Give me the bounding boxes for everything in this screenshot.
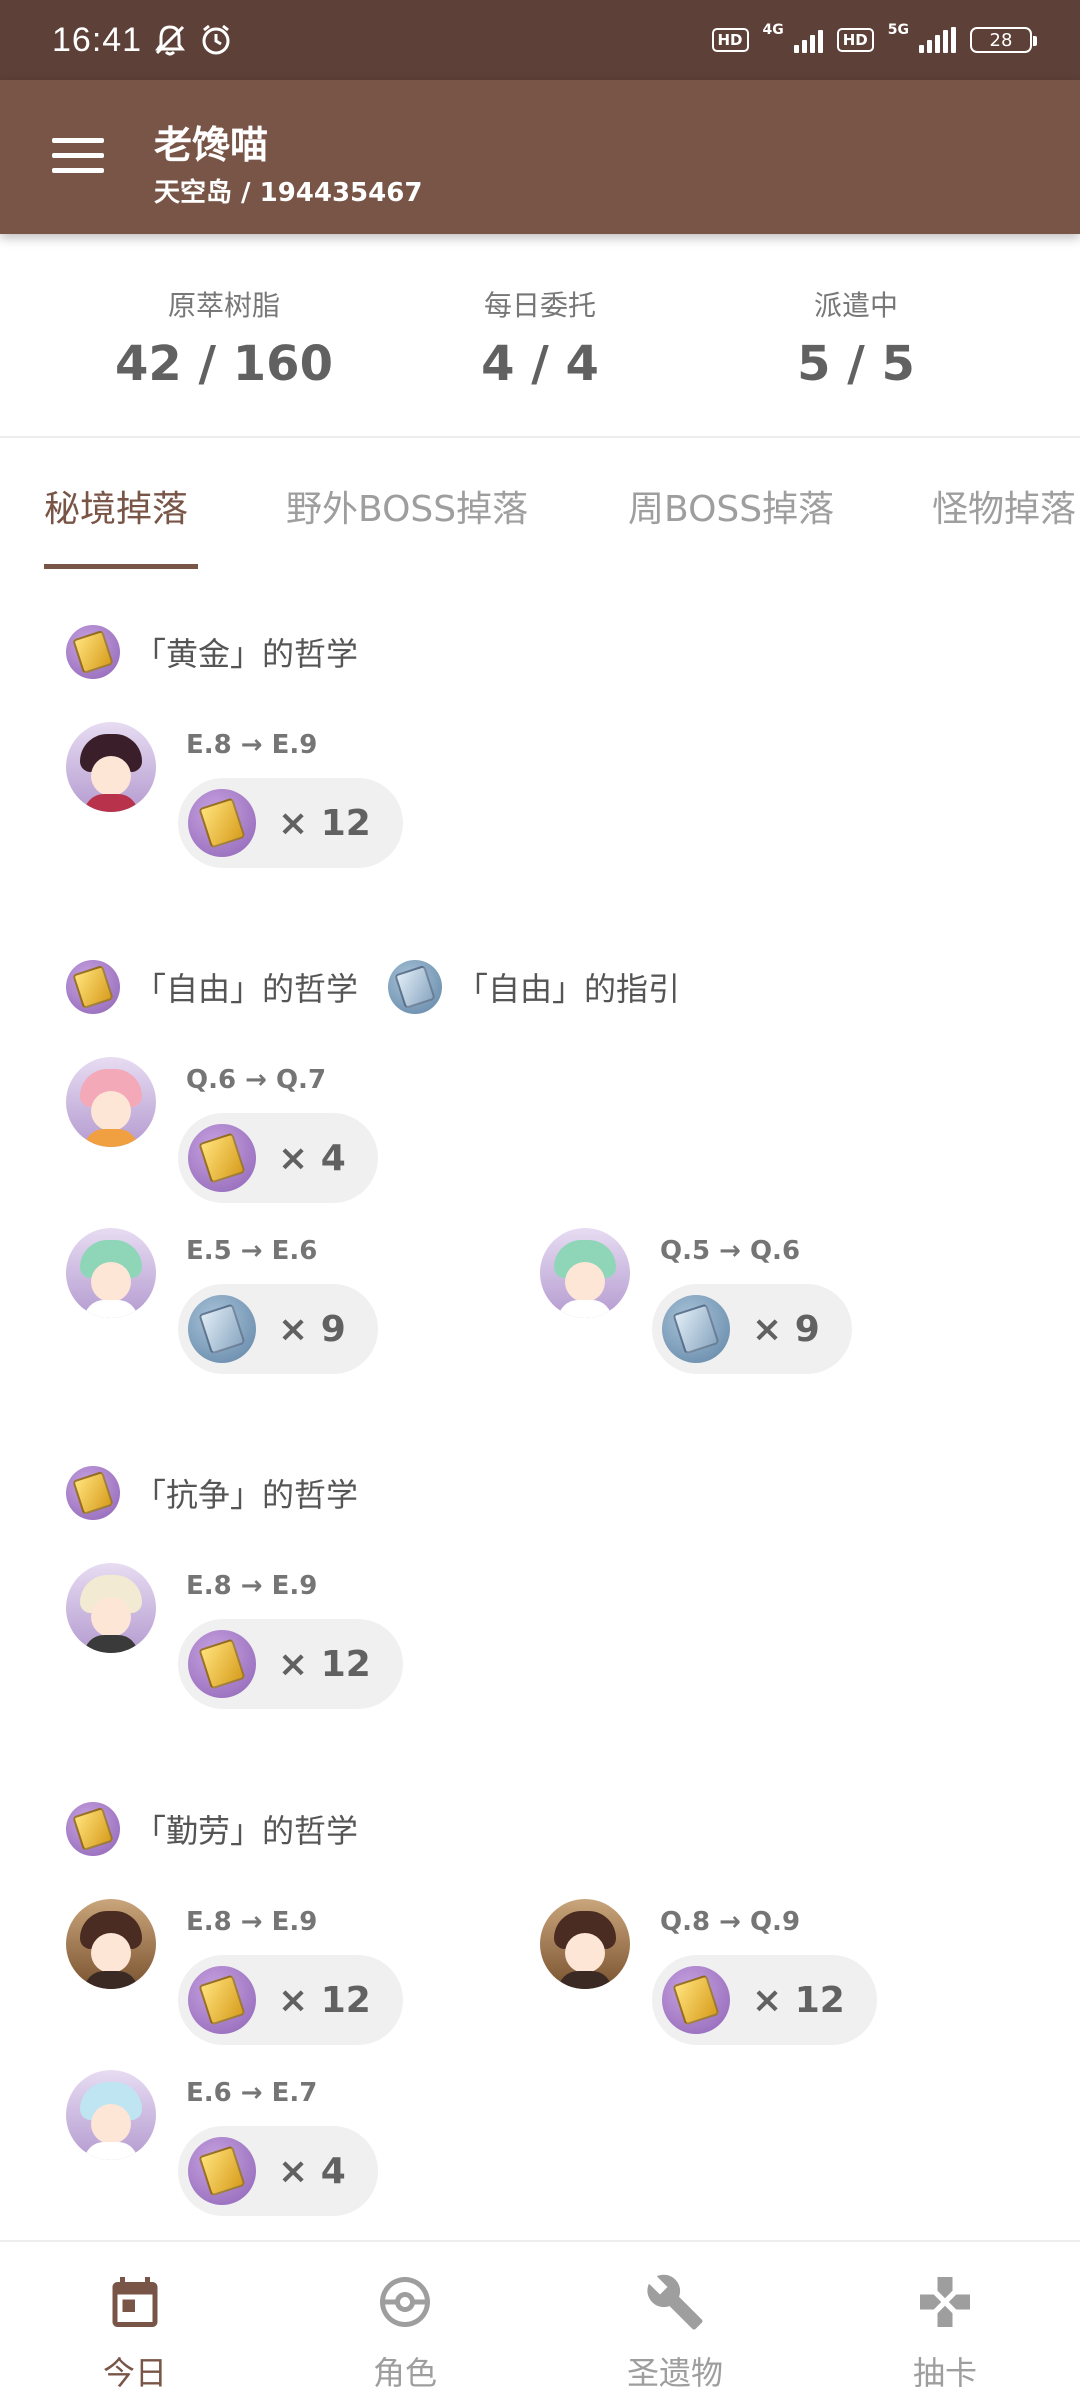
character-avatar[interactable] <box>66 722 156 812</box>
material-name: 「自由」的指引 <box>456 970 681 1008</box>
diligence-philosophy-book-icon <box>188 1966 256 2034</box>
material-header: 「黄金」的哲学 <box>66 625 388 679</box>
character-avatar[interactable] <box>540 1228 630 1318</box>
wrench-icon <box>647 2274 703 2330</box>
calendar-icon <box>112 2277 158 2327</box>
stats-panel: 原萃树脂 42 / 160 每日委托 4 / 4 派遣中 5 / 5 <box>0 234 1080 438</box>
tab-indicator <box>44 564 198 569</box>
network-type: 4G <box>762 22 784 38</box>
material-name: 「黄金」的哲学 <box>134 635 359 673</box>
app-bar: 老馋喵 天空岛 / 194435467 <box>0 80 1080 234</box>
signal-icon <box>919 27 956 53</box>
talent-level: Q.6 → Q.7 <box>186 1065 327 1095</box>
pokeball-icon <box>380 2277 430 2327</box>
talent-level: E.8 → E.9 <box>186 1571 318 1601</box>
character-avatar[interactable] <box>66 1228 156 1318</box>
stat-expeditions: 派遣中 5 / 5 <box>797 289 915 392</box>
alarm-icon <box>202 24 230 55</box>
freedom-guide-book-icon <box>662 1295 730 1363</box>
nav-artifacts[interactable]: 圣遗物 <box>540 2242 810 2402</box>
tab-domain-drops[interactable]: 秘境掉落 <box>44 480 188 532</box>
mute-icon <box>155 25 186 56</box>
material-header: 「自由」的哲学 「自由」的指引 <box>66 960 710 1014</box>
material-header: 「勤劳」的哲学 <box>66 1802 388 1856</box>
material-count-chip[interactable]: × 12 <box>178 1619 403 1709</box>
server-uid: 天空岛 / 194435467 <box>154 178 423 208</box>
material-name: 「自由」的哲学 <box>134 970 359 1008</box>
freedom-philosophy-book-icon <box>66 960 120 1014</box>
talent-level: E.5 → E.6 <box>186 1236 318 1266</box>
material-count-chip[interactable]: × 4 <box>178 1113 378 1203</box>
resistance-philosophy-book-icon <box>188 1630 256 1698</box>
material-count-chip[interactable]: × 12 <box>652 1955 877 2045</box>
talent-level: E.6 → E.7 <box>186 2078 318 2108</box>
material-count-chip[interactable]: × 9 <box>652 1284 852 1374</box>
gold-philosophy-book-icon <box>66 625 120 679</box>
freedom-philosophy-book-icon <box>188 1124 256 1192</box>
stat-commissions: 每日委托 4 / 4 <box>481 289 599 392</box>
stat-resin: 原萃树脂 42 / 160 <box>115 289 333 392</box>
character-avatar[interactable] <box>540 1899 630 1989</box>
tab-world-boss-drops[interactable]: 野外BOSS掉落 <box>286 480 528 532</box>
status-bar: 16:41 HD 4G HD 5G 28 <box>0 0 1080 80</box>
status-time: 16:41 <box>52 20 143 59</box>
menu-icon[interactable] <box>52 138 104 178</box>
nav-gacha[interactable]: 抽卡 <box>810 2242 1080 2402</box>
character-avatar[interactable] <box>66 1899 156 1989</box>
resistance-philosophy-book-icon <box>66 1466 120 1520</box>
tab-monster-drops[interactable]: 怪物掉落 <box>932 480 1076 532</box>
gamepad-icon <box>920 2277 970 2327</box>
talent-level: E.8 → E.9 <box>186 730 318 760</box>
gold-philosophy-book-icon <box>188 789 256 857</box>
character-avatar[interactable] <box>66 1563 156 1653</box>
material-header: 「抗争」的哲学 <box>66 1466 388 1520</box>
freedom-guide-book-icon <box>388 960 443 1014</box>
material-count-chip[interactable]: × 12 <box>178 1955 403 2045</box>
nav-characters[interactable]: 角色 <box>270 2242 540 2402</box>
freedom-guide-book-icon <box>188 1295 256 1363</box>
tab-bar: 秘境掉落 野外BOSS掉落 周BOSS掉落 怪物掉落 <box>0 440 1080 570</box>
tab-weekly-boss-drops[interactable]: 周BOSS掉落 <box>628 480 834 532</box>
battery-icon: 28 <box>970 27 1037 53</box>
material-name: 「勤劳」的哲学 <box>134 1812 359 1850</box>
material-count-chip[interactable]: × 4 <box>178 2126 378 2216</box>
talent-level: Q.5 → Q.6 <box>660 1236 801 1266</box>
material-count-chip[interactable]: × 12 <box>178 778 403 868</box>
network-type: 5G <box>887 22 909 38</box>
talent-level: Q.8 → Q.9 <box>660 1907 801 1937</box>
diligence-philosophy-book-icon <box>662 1966 730 2034</box>
nav-today[interactable]: 今日 <box>0 2242 270 2402</box>
talent-level: E.8 → E.9 <box>186 1907 318 1937</box>
material-name: 「抗争」的哲学 <box>134 1476 359 1514</box>
diligence-philosophy-book-icon <box>188 2137 256 2205</box>
bottom-navigation: 今日 角色 圣遗物 抽卡 <box>0 2240 1080 2402</box>
hd-badge: HD <box>836 28 874 52</box>
hd-badge: HD <box>711 28 749 52</box>
signal-icon <box>793 27 823 53</box>
character-avatar[interactable] <box>66 1057 156 1147</box>
account-name: 老馋喵 <box>154 123 269 167</box>
battery-level: 28 <box>989 29 1013 51</box>
diligence-philosophy-book-icon <box>66 1802 120 1856</box>
character-avatar[interactable] <box>66 2070 156 2160</box>
material-count-chip[interactable]: × 9 <box>178 1284 378 1374</box>
